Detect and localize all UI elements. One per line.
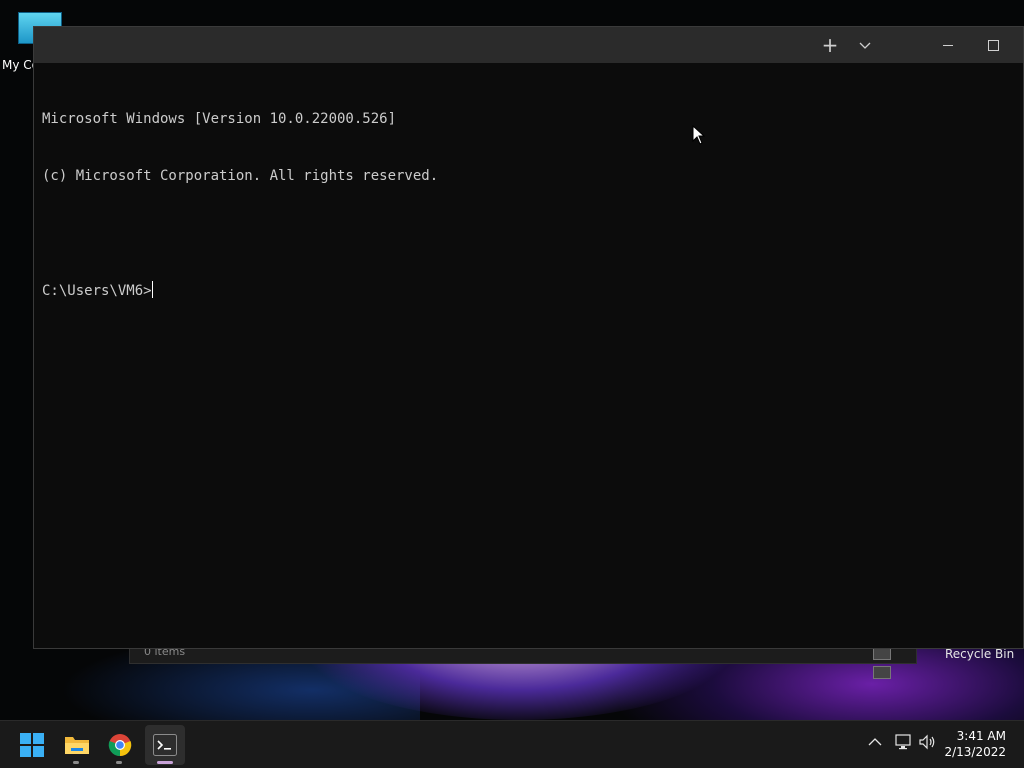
start-button[interactable] — [12, 725, 52, 765]
terminal-icon — [153, 734, 177, 756]
terminal-titlebar[interactable]: + — [34, 27, 1023, 63]
clock-date: 2/13/2022 — [944, 745, 1006, 759]
speaker-icon — [919, 734, 935, 750]
maximize-icon — [988, 40, 999, 51]
clock-time: 3:41 AM — [956, 729, 1006, 743]
minimize-icon — [943, 45, 953, 46]
console-line: Microsoft Windows [Version 10.0.22000.52… — [42, 111, 397, 127]
new-tab-button[interactable]: + — [816, 27, 844, 63]
network-icon — [895, 734, 911, 750]
chevron-down-icon — [859, 42, 871, 49]
running-indicator — [116, 761, 122, 764]
chrome-icon — [108, 734, 132, 757]
console-line: (c) Microsoft Corporation. All rights re… — [42, 168, 439, 184]
text-caret — [151, 281, 153, 298]
running-indicator — [157, 761, 173, 764]
tab-dropdown-button[interactable] — [851, 27, 879, 63]
terminal-window[interactable]: + Microsoft Windows [Version 10.0.22000.… — [33, 26, 1024, 649]
tiles-view-icon[interactable] — [873, 666, 891, 679]
running-indicator — [73, 761, 79, 764]
prompt-text: C:\Users\VM6> — [42, 283, 152, 299]
clock[interactable]: 3:41 AM 2/13/2022 — [944, 728, 1006, 760]
console-output[interactable]: Microsoft Windows [Version 10.0.22000.52… — [42, 72, 1002, 338]
chevron-up-icon — [868, 738, 882, 746]
prompt-line[interactable]: C:\Users\VM6> — [42, 281, 1002, 300]
taskbar-file-explorer[interactable] — [57, 725, 97, 765]
show-hidden-icons-button[interactable] — [868, 735, 882, 751]
taskbar-chrome[interactable] — [100, 725, 140, 765]
taskbar-terminal[interactable] — [145, 725, 185, 765]
folder-icon — [65, 737, 89, 754]
maximize-button[interactable] — [970, 27, 1016, 63]
network-button[interactable] — [894, 734, 912, 754]
desktop: My Co 0 items Recycle Bin + Microsoft Wi… — [0, 0, 1024, 768]
minimize-button[interactable] — [924, 27, 970, 63]
volume-button[interactable] — [919, 734, 937, 754]
windows-logo-icon — [20, 733, 44, 757]
taskbar: 3:41 AM 2/13/2022 — [0, 720, 1024, 768]
recycle-bin-label[interactable]: Recycle Bin — [945, 647, 1014, 661]
mouse-pointer-icon — [692, 124, 706, 149]
